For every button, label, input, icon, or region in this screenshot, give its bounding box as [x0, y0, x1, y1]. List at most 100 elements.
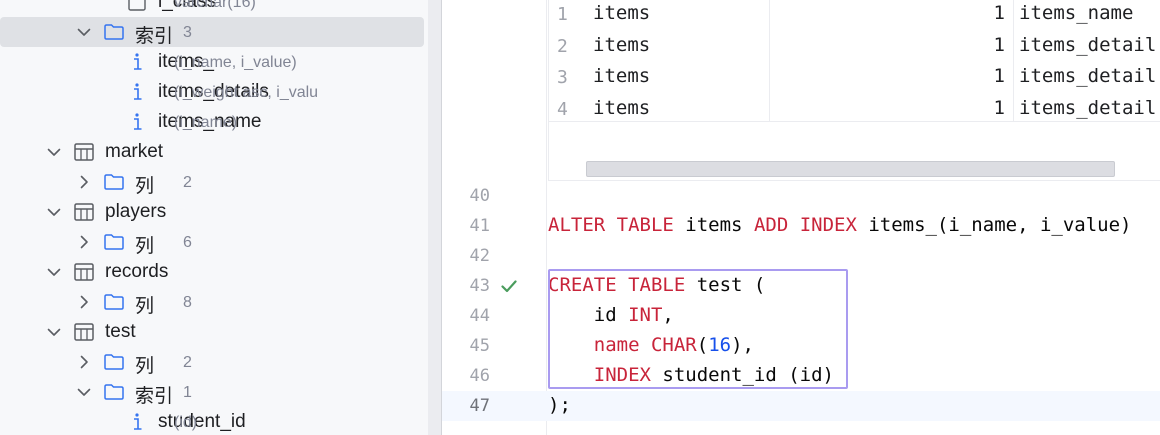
- tree-row-folder-columns-market[interactable]: 列2: [0, 167, 428, 197]
- chevron-down-icon[interactable]: [46, 264, 62, 280]
- grid-cell-seq[interactable]: 1: [769, 97, 1005, 119]
- grid-row-number: 4: [557, 98, 568, 120]
- sql-keyword: ALTER: [548, 214, 606, 236]
- grid-cell-seq[interactable]: 1: [769, 65, 1005, 87]
- tree-row-index-student-id[interactable]: student_id (id): [0, 407, 428, 435]
- line-number: 42: [469, 246, 490, 266]
- grid-horizontal-scrollbar[interactable]: [586, 161, 1115, 177]
- line-number: 40: [469, 186, 490, 206]
- tree-row-count: 2: [183, 174, 192, 191]
- code-line[interactable]: 40: [442, 181, 1160, 211]
- sql-keyword: ADD: [753, 214, 789, 236]
- grid-bottom-border: [549, 121, 1160, 122]
- line-number: 47: [469, 396, 490, 416]
- code-text[interactable]: ALTER TABLE items ADD INDEX items_(i_nam…: [548, 214, 1131, 236]
- grid-cell-table[interactable]: items: [593, 2, 650, 24]
- tree-row-table-players[interactable]: players: [0, 197, 428, 227]
- tree-row-label: 列: [135, 296, 155, 317]
- tree-row-label: 列: [135, 176, 155, 197]
- column-icon: [126, 0, 148, 13]
- line-number: 43: [469, 276, 490, 296]
- sql-text: items: [673, 214, 754, 236]
- line-number: 41: [469, 216, 490, 236]
- checkmark-icon[interactable]: [500, 277, 518, 299]
- tree-row-label: market: [105, 141, 164, 162]
- tree-row-table-market[interactable]: market: [0, 137, 428, 167]
- tree-row-folder-columns-test[interactable]: 列2: [0, 347, 428, 377]
- grid-cell-table[interactable]: items: [593, 65, 650, 87]
- grid-cell-seq[interactable]: 1: [769, 2, 1005, 24]
- sql-keyword: INDEX: [799, 214, 857, 236]
- chevron-down-icon[interactable]: [46, 204, 62, 220]
- tree-row-folder-columns-players[interactable]: 列6: [0, 227, 428, 257]
- folder-icon: [103, 381, 125, 403]
- grid-cell-index[interactable]: items_detail: [1019, 65, 1156, 87]
- tree-row-index-items-name[interactable]: items_name (i_name): [0, 107, 428, 137]
- tree-row-i-class[interactable]: i_class varchar(16): [0, 0, 428, 17]
- tree-row-label: 列: [135, 356, 155, 377]
- chevron-down-icon[interactable]: [46, 144, 62, 160]
- tree-row-label: 列: [135, 236, 155, 257]
- chevron-down-icon[interactable]: [76, 24, 92, 40]
- grid-cell-index[interactable]: items_detail: [1019, 97, 1156, 119]
- grid-cell-index[interactable]: items_name: [1019, 2, 1133, 24]
- index-icon: [126, 411, 148, 433]
- line-number: 45: [469, 336, 490, 356]
- grid-column-separator[interactable]: [769, 0, 770, 121]
- folder-icon: [103, 291, 125, 313]
- tree-row-label: players: [105, 201, 167, 222]
- tree-row-folder-index-test[interactable]: 索引 1: [0, 377, 428, 407]
- tree-row-detail: (i_weight asc, i_valu: [174, 84, 319, 101]
- grid-cell-table[interactable]: items: [593, 97, 650, 119]
- tree-row-index-items-[interactable]: items_ (i_name, i_value): [0, 47, 428, 77]
- code-line[interactable]: 42: [442, 241, 1160, 271]
- sql-text: items_(i_name, i_value): [856, 214, 1132, 236]
- tree-row-detail: varchar(16): [174, 0, 256, 11]
- chevron-right-icon[interactable]: [76, 174, 92, 190]
- tree-row-table-records[interactable]: records: [0, 257, 428, 287]
- database-tree-panel: i_class varchar(16) 索引 3 items_ (i_name, i_va…: [0, 0, 428, 435]
- table-icon: [73, 321, 95, 343]
- tree-row-folder-columns-records[interactable]: 列8: [0, 287, 428, 317]
- sql-editor[interactable]: 1 items 1 items_name 2 items 1 items_detail 3 ite…: [442, 0, 1160, 435]
- folder-icon: [103, 231, 125, 253]
- grid-row[interactable]: 2 items 1 items_detail: [549, 32, 1160, 64]
- index-icon: [126, 111, 148, 133]
- selected-statement-outline: [548, 269, 848, 389]
- result-grid[interactable]: 1 items 1 items_name 2 items 1 items_detail 3 ite…: [548, 0, 1160, 181]
- tree-row-label: student_id: [158, 411, 246, 432]
- grid-row[interactable]: 1 items 1 items_name: [549, 0, 1160, 32]
- tree-row-detail: (i_name, i_value): [174, 54, 297, 71]
- grid-cell-seq[interactable]: 1: [769, 34, 1005, 56]
- chevron-right-icon[interactable]: [76, 354, 92, 370]
- chevron-down-icon[interactable]: [46, 324, 62, 340]
- tree-row-detail: (i_name): [174, 114, 238, 131]
- folder-icon: [103, 351, 125, 373]
- chevron-right-icon[interactable]: [76, 294, 92, 310]
- code-text[interactable]: );: [548, 394, 571, 416]
- grid-cell-table[interactable]: items: [593, 34, 650, 56]
- tree-row-folder-index-items[interactable]: 索引 3: [0, 17, 424, 47]
- grid-row[interactable]: 3 items 1 items_detail: [549, 63, 1160, 95]
- tree-row-label: 索引: [135, 386, 174, 407]
- code-line[interactable]: 41 ALTER TABLE items ADD INDEX items_(i_n…: [442, 211, 1160, 241]
- grid-row-number: 3: [557, 67, 568, 88]
- chevron-right-icon[interactable]: [76, 234, 92, 250]
- table-icon: [73, 201, 95, 223]
- folder-icon: [103, 21, 125, 43]
- sql-text: );: [548, 394, 571, 416]
- line-number: 44: [469, 306, 490, 326]
- grid-column-separator[interactable]: [1013, 0, 1014, 121]
- line-number: 46: [469, 366, 490, 386]
- tree-row-count: 2: [183, 354, 192, 371]
- tree-scrollbar[interactable]: [428, 0, 442, 435]
- tree-row-table-test[interactable]: test: [0, 317, 428, 347]
- tree-row-label: records: [105, 261, 169, 282]
- grid-cell-index[interactable]: items_detail: [1019, 34, 1156, 56]
- grid-row-number: 1: [557, 4, 568, 25]
- chevron-down-icon[interactable]: [76, 384, 92, 400]
- code-line[interactable]: 47);: [442, 391, 1160, 421]
- tree-row-index-items-details[interactable]: items_details (i_weight asc, i_valu: [0, 77, 428, 107]
